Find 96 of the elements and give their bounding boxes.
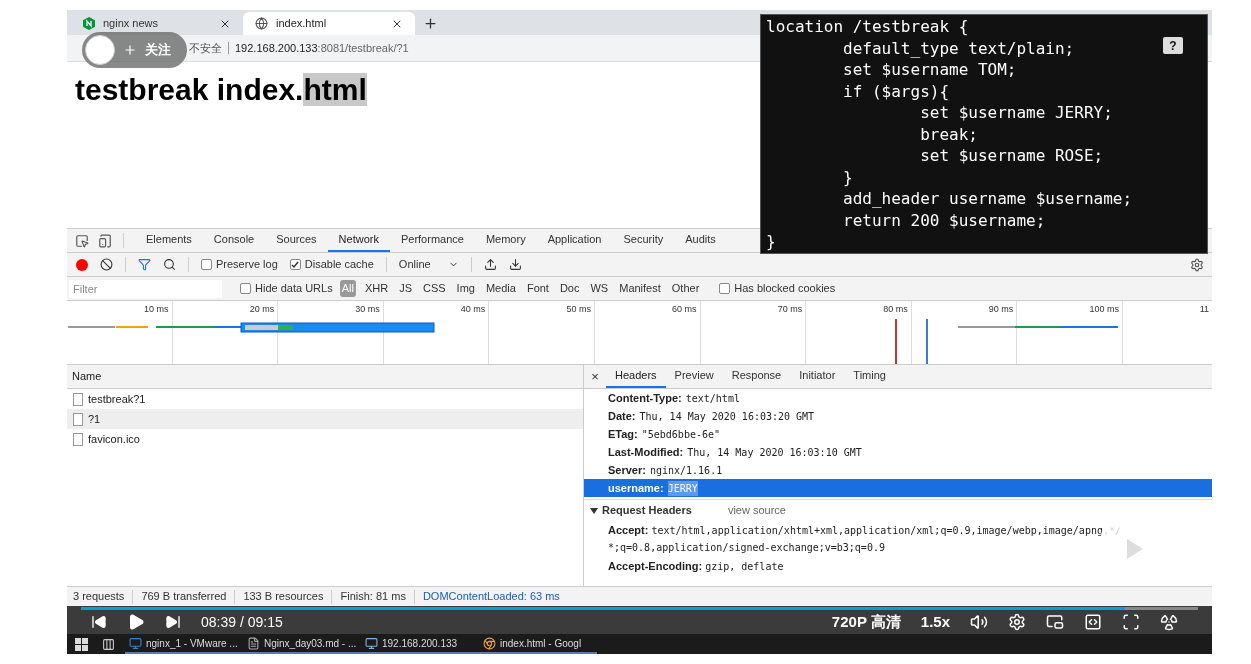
header-value: JERRY [667,480,698,496]
close-button[interactable]: × [584,366,606,387]
type-filter[interactable]: Doc [557,280,582,297]
request-row[interactable]: ?1 [67,409,583,429]
throttling-dropdown[interactable]: Online [398,256,459,273]
playback-time: 08:39 / 09:15 [201,612,283,632]
details-tab[interactable]: Timing [844,365,895,388]
header-name: Last-Modified: [608,444,684,460]
header-name: username: [608,480,664,496]
code-line: add_header username $username; [842,188,1133,210]
header-row[interactable]: Last-Modified: Thu, 14 May 2020 16:03:10 GMT [584,443,1212,461]
tick-label: 100 ms [1089,305,1119,314]
tick-label: 60 ms [672,305,697,314]
security-label: 不安全 [189,40,222,56]
code-line: default_type text/plain; [842,37,1075,59]
status-text: 769 B transferred [141,589,227,605]
details-tab[interactable]: Headers [606,365,666,388]
type-filter[interactable]: Manifest [617,280,663,297]
code-line: if ($args){ [842,80,950,102]
header-value: nginx/1.16.1 [649,463,723,478]
tick-label: 20 ms [249,305,275,314]
details-tab[interactable]: Preview [665,365,723,388]
column-header[interactable]: Name [67,365,583,389]
follow-label: 关注 [145,41,171,60]
tab-title: index.html [276,16,328,32]
taskbar-item[interactable]: 192.168.200.133 [361,634,479,654]
header-row[interactable]: Date: Thu, 14 May 2020 16:03:20 GMT [584,407,1212,425]
devtools-tab[interactable]: Security [612,229,675,252]
type-filter[interactable]: Other [669,280,702,297]
tick-label: 30 ms [355,305,380,314]
help-badge[interactable]: ? [1163,37,1183,54]
devtools-tab[interactable]: Sources [265,229,328,252]
header-name: Content-Type: [608,390,682,406]
tick-label: 70 ms [777,305,803,314]
code-line: set $username TOM; [842,59,1017,81]
section-toggle[interactable]: Request Headers [590,502,692,519]
url-text: 192.168.200.133:8081/testbreak/?1 [235,40,409,56]
code-line: } [766,231,776,253]
tick-label: 50 ms [566,305,591,314]
code-line: return 200 $username; [842,209,1046,231]
follow-badge[interactable]: 关注 [82,32,187,68]
code-line: set $username JERRY; [919,102,1113,124]
tick-label: 11 [1199,305,1209,314]
devtools-tab[interactable]: Application [536,229,613,252]
tick-label: 10 ms [144,305,169,314]
code-line: } [842,166,853,188]
header-row[interactable]: Server: nginx/1.16.1 [584,461,1212,479]
header-value: "5ebd6bbe-6e" [641,427,721,442]
status-text: 3 requests [73,589,125,605]
details-tab[interactable]: Response [722,365,791,388]
tab-title: nginx news [103,16,160,32]
status-text: DOMContentLoaded: 63 ms [422,589,560,605]
tick-label: 90 ms [988,305,1014,314]
header-name: ETag: [608,426,638,442]
tick-label: 80 ms [883,305,908,314]
type-filter[interactable]: CSS [420,280,448,297]
speed-button[interactable]: 1.5x [920,610,950,634]
checkbox-label: Disable cache [304,257,374,273]
status-text: Finish: 81 ms [340,589,406,605]
devtools-tab[interactable]: Performance [389,229,475,252]
devtools-tab[interactable]: Console [202,229,266,252]
type-filter[interactable]: Img [454,280,477,297]
header-name: Date: [608,408,636,424]
filter-field[interactable]: Filter [69,279,222,298]
code-line: set $username ROSE; [919,145,1104,167]
devtools-tab[interactable]: Memory [474,229,537,252]
quality-button[interactable]: 720P 高清 [831,610,901,634]
checkbox-label: Hide data URLs [255,281,333,297]
header-row[interactable]: ETag: "5ebd6bbe-6e" [584,425,1212,443]
browser-tab[interactable]: index.html [243,12,415,35]
header-name: Server: [608,462,646,478]
details-tab[interactable]: Initiator [790,365,845,388]
header-row[interactable]: Content-Type: text/html [584,389,1212,407]
taskbar-item[interactable]: nginx_1 - VMware ... [125,634,243,654]
taskbar-item[interactable]: Nginx_day03.md - ... [243,634,361,654]
header-value: Thu, 14 May 2020 16:03:20 GMT [639,409,815,424]
tick-label: 40 ms [460,305,486,314]
type-filter[interactable]: Media [483,280,518,297]
header-row[interactable]: username: JERRY [584,479,1212,497]
code-line: break; [919,123,978,145]
header-value: text/html [685,391,740,406]
devtools-tab[interactable]: Elements [135,229,203,252]
type-filter[interactable]: XHR [362,280,391,297]
code-line: location /testbreak { [766,16,969,38]
header-value: Thu, 14 May 2020 16:03:10 GMT [687,445,862,460]
type-filter[interactable]: JS [397,280,414,297]
type-filter[interactable]: Font [524,280,551,297]
type-filter[interactable]: WS [588,280,611,297]
request-header-line: Accept-Encoding: gzip, deflate [608,559,785,574]
checkbox-label: Preserve log [216,257,278,273]
taskbar-item[interactable]: index.html - Googl [479,634,597,654]
status-text: 133 B resources [243,589,324,605]
view-source-link[interactable]: view source [727,502,786,519]
devtools-tab[interactable]: Audits [674,229,727,252]
page-heading: testbreak index.html [75,72,367,108]
checkbox-label: Has blocked cookies [734,281,836,297]
